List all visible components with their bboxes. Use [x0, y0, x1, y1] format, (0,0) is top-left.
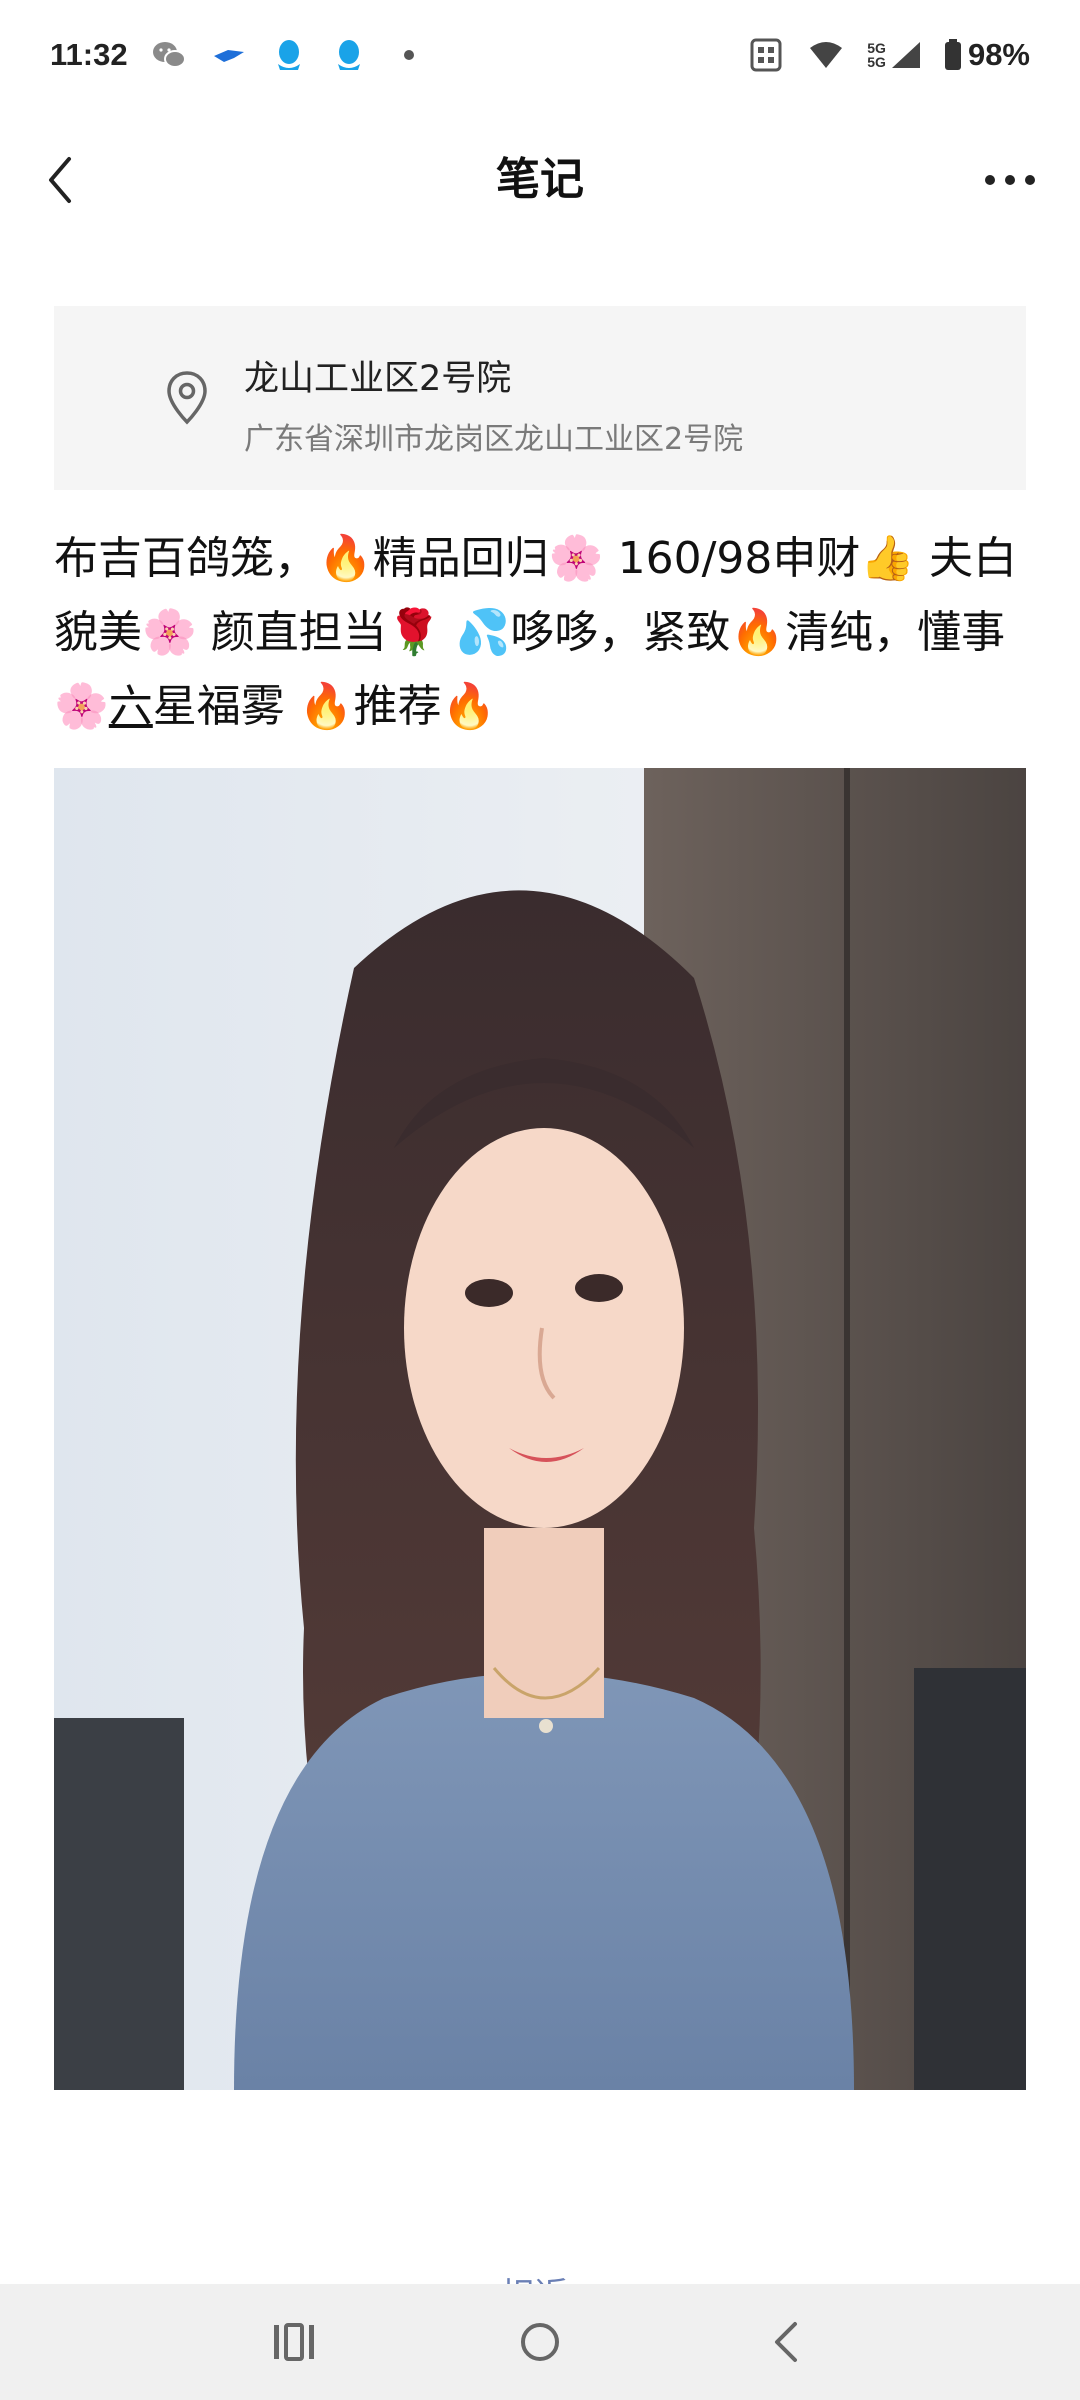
fire-emoji: 🔥	[298, 681, 354, 732]
signal-icon	[891, 42, 920, 68]
battery-percent: 98%	[967, 37, 1030, 72]
fire-emoji: 🔥	[441, 681, 497, 732]
qq-icon	[270, 36, 308, 74]
back-arrow-icon	[775, 2322, 797, 2362]
status-right: 5G 5G 98%	[747, 36, 1030, 74]
network-indicator: 5G 5G	[867, 40, 922, 70]
status-left: 11:32	[50, 36, 428, 74]
feishu-icon	[210, 36, 248, 74]
rose-emoji: 🌹	[386, 607, 442, 658]
battery-icon	[944, 39, 961, 70]
location-pin-icon	[164, 370, 216, 430]
blossom-emoji: 🌸	[54, 681, 109, 732]
blossom-emoji: 🌸	[548, 533, 604, 584]
more-options-button[interactable]	[970, 150, 1050, 210]
location-address: 广东省深圳市龙岗区龙山工业区2号院	[244, 422, 744, 457]
fire-emoji: 🔥	[318, 533, 373, 584]
fire-emoji: 🔥	[730, 607, 786, 658]
location-name: 龙山工业区2号院	[244, 359, 512, 399]
dot-icon	[390, 36, 428, 74]
sweat-emoji: 💦	[455, 607, 511, 658]
note-text: 推荐	[353, 681, 442, 732]
note-text	[442, 607, 456, 658]
note-text: 布吉百鸽笼，	[54, 533, 318, 584]
note-text: 颜直担当	[196, 607, 387, 658]
thumbs-up-emoji: 👍	[860, 533, 916, 584]
home-circle-icon	[521, 2323, 559, 2361]
chevron-left-icon	[49, 157, 71, 203]
recent-apps-button[interactable]	[264, 2312, 324, 2372]
note-text: 星福雾	[152, 681, 299, 732]
page-title: 笔记	[496, 154, 584, 205]
nfc-icon	[747, 36, 785, 74]
network-label: 5G	[867, 54, 886, 70]
note-photo[interactable]	[54, 768, 1026, 2090]
more-dots-icon	[985, 175, 1035, 185]
status-time: 11:32	[50, 37, 128, 72]
blossom-emoji: 🌸	[142, 607, 197, 658]
wifi-icon	[807, 36, 845, 74]
network-label: 5G	[867, 40, 886, 56]
note-text: 160/98申财	[603, 533, 861, 584]
note-body-text: 布吉百鸽笼，🔥精品回归🌸 160/98申财👍 夫白貌美🌸 颜直担当🌹 💦哆哆，紧…	[54, 522, 1026, 744]
qq-icon	[330, 36, 368, 74]
battery-indicator: 98%	[944, 37, 1030, 73]
home-button[interactable]	[510, 2312, 570, 2372]
status-bar: 11:32 5G 5G 98%	[0, 0, 1080, 110]
note-text: 精品回归	[372, 533, 549, 584]
system-navigation-bar	[0, 2284, 1080, 2400]
note-text: 清纯，懂事	[785, 607, 1006, 658]
wechat-icon	[150, 36, 188, 74]
underlined-text: 六	[108, 681, 153, 732]
recent-apps-icon	[274, 2323, 314, 2361]
top-nav-bar: 笔记	[0, 120, 1080, 240]
note-text: 哆哆，紧致	[510, 607, 731, 658]
system-back-button[interactable]	[756, 2312, 816, 2372]
back-button[interactable]	[30, 150, 90, 210]
location-card[interactable]: 龙山工业区2号院 广东省深圳市龙岗区龙山工业区2号院	[54, 306, 1026, 490]
